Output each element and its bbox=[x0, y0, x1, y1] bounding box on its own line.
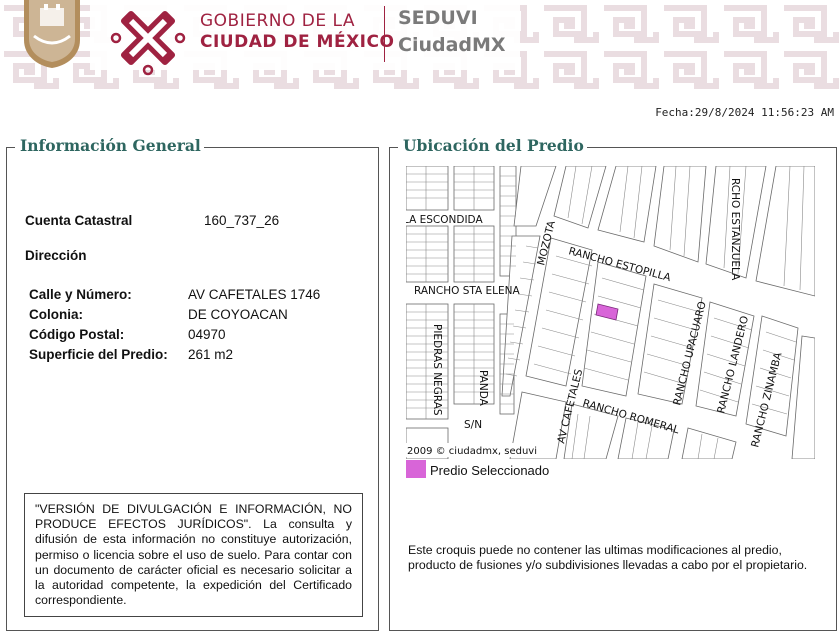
calle-label: Calle y Número: bbox=[29, 287, 132, 302]
street-label-rancho-sta-elena: RANCHO STA ELENA bbox=[414, 285, 520, 297]
map-copyright: 2009 © ciudadmx, seduvi bbox=[407, 446, 537, 457]
agency-name: SEDUVI bbox=[398, 7, 478, 29]
government-name-line2: CIUDAD DE MÉXICO bbox=[200, 32, 395, 52]
general-info-title: Información General bbox=[17, 136, 204, 156]
panel-border-top-left bbox=[7, 147, 15, 148]
parcel-map[interactable]: LA ESCONDIDA RANCHO STA ELENA MOZOTA RAN… bbox=[406, 166, 815, 459]
cuenta-catastral-label: Cuenta Catastral bbox=[25, 213, 133, 228]
location-panel: Ubicación del Predio LA ESCONDIDA RANCHO… bbox=[389, 136, 837, 631]
general-info-panel: Información General Cuenta Catastral 160… bbox=[6, 136, 379, 631]
location-title: Ubicación del Predio bbox=[400, 136, 587, 156]
colonia-value: DE COYOACAN bbox=[188, 307, 288, 322]
street-label-piedras-negras: PIEDRAS NEGRAS bbox=[431, 324, 443, 416]
parcel-map-drawing: LA ESCONDIDA RANCHO STA ELENA MOZOTA RAN… bbox=[406, 166, 815, 459]
superficie-label: Superficie del Predio: bbox=[29, 347, 168, 362]
cuenta-catastral-value: 160_737_26 bbox=[204, 213, 280, 228]
street-label-la-escondida: LA ESCONDIDA bbox=[406, 214, 483, 226]
government-name-line1: GOBIERNO DE LA bbox=[200, 11, 356, 31]
codigo-postal-label: Código Postal: bbox=[29, 327, 125, 342]
cdmx-logo-icon bbox=[110, 10, 186, 76]
legend-swatch bbox=[406, 460, 426, 478]
legal-disclaimer: "VERSIÓN DE DIVULGACIÓN E INFORMACIÓN, N… bbox=[24, 493, 363, 618]
panel-border-top-right bbox=[197, 147, 378, 148]
colonia-label: Colonia: bbox=[29, 307, 83, 322]
report-date: Fecha:29/8/2024 11:56:23 AM bbox=[655, 106, 834, 119]
legend-label: Predio Seleccionado bbox=[430, 463, 550, 478]
header-divider bbox=[384, 6, 385, 62]
street-label-sn: S/N bbox=[464, 419, 482, 431]
street-label-panda: PANDA bbox=[477, 370, 489, 407]
superficie-value: 261 m2 bbox=[188, 347, 234, 362]
panel-border-top-right bbox=[572, 147, 836, 148]
system-name: CiudadMX bbox=[398, 34, 506, 56]
cdmx-coat-of-arms-icon bbox=[24, 0, 80, 68]
panel-border-top-left bbox=[390, 147, 398, 148]
codigo-postal-value: 04970 bbox=[188, 327, 226, 342]
croquis-note: Este croquis puede no contener las ultim… bbox=[408, 543, 808, 572]
street-label-rcho-estanzuela: RCHO ESTANZUELA bbox=[729, 178, 741, 281]
direccion-label: Dirección bbox=[25, 248, 87, 263]
header-banner: GOBIERNO DE LA CIUDAD DE MÉXICO SEDUVI C… bbox=[0, 0, 840, 92]
calle-value: AV CAFETALES 1746 bbox=[188, 287, 321, 302]
